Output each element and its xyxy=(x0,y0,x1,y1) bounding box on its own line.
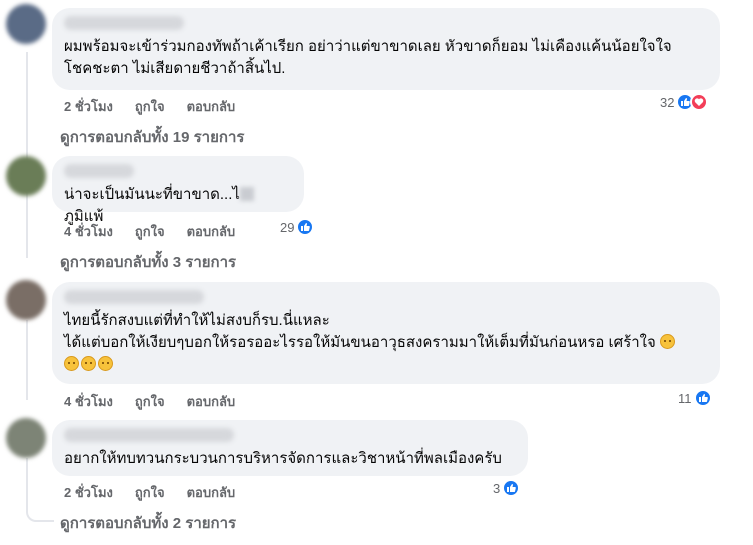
thread-line xyxy=(26,52,28,258)
comment-text: ไทยนี้รักสงบแต่ที่ทำให้ไม่สงบก็รบ.นี่แหล… xyxy=(64,310,708,376)
comment-text: อยากให้ทบทวนกระบวนการบริหารจัดการและวิชา… xyxy=(64,450,502,467)
author-name-redacted[interactable] xyxy=(64,428,234,442)
comment-bubble: ไทยนี้รักสงบแต่ที่ทำให้ไม่สงบก็รบ.นี่แหล… xyxy=(52,282,720,384)
like-button[interactable]: ถูกใจ xyxy=(135,96,165,117)
eyeroll-emoji-icon xyxy=(64,356,79,371)
comment-text-line: ได้แต่บอกให้เงียบๆบอกให้รอรออะไรรอให้มัน… xyxy=(64,334,656,351)
reply-button[interactable]: ตอบกลับ xyxy=(187,391,236,412)
thread-line xyxy=(26,458,28,498)
comment-actions: 4 ชั่วโมง ถูกใจ ตอบกลับ xyxy=(64,391,235,412)
thread-line xyxy=(26,320,28,400)
like-icon xyxy=(502,479,521,497)
redacted-word xyxy=(239,187,254,201)
view-replies-link[interactable]: ดูการตอบกลับทั้ง 2 รายการ xyxy=(60,511,236,535)
comment-time[interactable]: 2 ชั่วโมง xyxy=(64,482,113,503)
sad-emoji-icon xyxy=(659,334,675,349)
reply-button[interactable]: ตอบกลับ xyxy=(187,482,236,503)
author-name-redacted[interactable] xyxy=(64,290,204,304)
reaction-summary[interactable]: 32 xyxy=(660,93,709,111)
reply-button[interactable]: ตอบกลับ xyxy=(187,221,236,242)
author-name-redacted[interactable] xyxy=(64,164,134,178)
avatar[interactable] xyxy=(6,4,46,44)
reaction-summary[interactable]: 29 xyxy=(280,218,315,236)
author-name-redacted[interactable] xyxy=(64,16,184,30)
reaction-count: 3 xyxy=(493,480,501,496)
view-replies-link[interactable]: ดูการตอบกลับทั้ง 19 รายการ xyxy=(60,125,244,149)
comment-time[interactable]: 4 ชั่วโมง xyxy=(64,221,113,242)
comment-time[interactable]: 2 ชั่วโมง xyxy=(64,96,113,117)
love-icon xyxy=(690,93,709,111)
comment-actions: 4 ชั่วโมง ถูกใจ ตอบกลับ xyxy=(64,221,235,242)
comment-time[interactable]: 4 ชั่วโมง xyxy=(64,391,113,412)
reaction-count: 29 xyxy=(280,219,295,235)
avatar[interactable] xyxy=(6,156,46,196)
comment-text: ผมพร้อมจะเข้าร่วมกองทัพถ้าเค้าเรียก อย่า… xyxy=(64,38,672,77)
like-button[interactable]: ถูกใจ xyxy=(135,221,165,242)
reaction-count: 11 xyxy=(678,390,692,406)
reaction-summary[interactable]: 11 xyxy=(678,389,712,407)
like-icon xyxy=(296,218,315,236)
like-icon xyxy=(693,389,712,407)
comment-bubble: อยากให้ทบทวนกระบวนการบริหารจัดการและวิชา… xyxy=(52,420,528,476)
comment-text-part: น่าจะเป็นมันนะที่ขาขาด...ไ xyxy=(64,186,240,203)
comment-bubble: ผมพร้อมจะเข้าร่วมกองทัพถ้าเค้าเรียก อย่า… xyxy=(52,8,720,90)
reply-connector xyxy=(26,498,54,522)
comment-actions: 2 ชั่วโมง ถูกใจ ตอบกลับ xyxy=(64,482,235,503)
reaction-summary[interactable]: 3 xyxy=(493,479,521,497)
like-button[interactable]: ถูกใจ xyxy=(135,391,165,412)
reply-button[interactable]: ตอบกลับ xyxy=(187,96,236,117)
avatar[interactable] xyxy=(6,280,46,320)
comment-text-line: ไทยนี้รักสงบแต่ที่ทำให้ไม่สงบก็รบ.นี่แหล… xyxy=(64,312,330,329)
disappointed-emoji-icon xyxy=(81,356,96,371)
view-replies-link[interactable]: ดูการตอบกลับทั้ง 3 รายการ xyxy=(60,250,236,274)
avatar[interactable] xyxy=(6,418,46,458)
relieved-emoji-icon xyxy=(98,356,113,371)
like-button[interactable]: ถูกใจ xyxy=(135,482,165,503)
reaction-count: 32 xyxy=(660,94,675,110)
comment-actions: 2 ชั่วโมง ถูกใจ ตอบกลับ xyxy=(64,96,235,117)
comment-bubble: น่าจะเป็นมันนะที่ขาขาด...ไภูมิแพ้ xyxy=(52,156,304,225)
